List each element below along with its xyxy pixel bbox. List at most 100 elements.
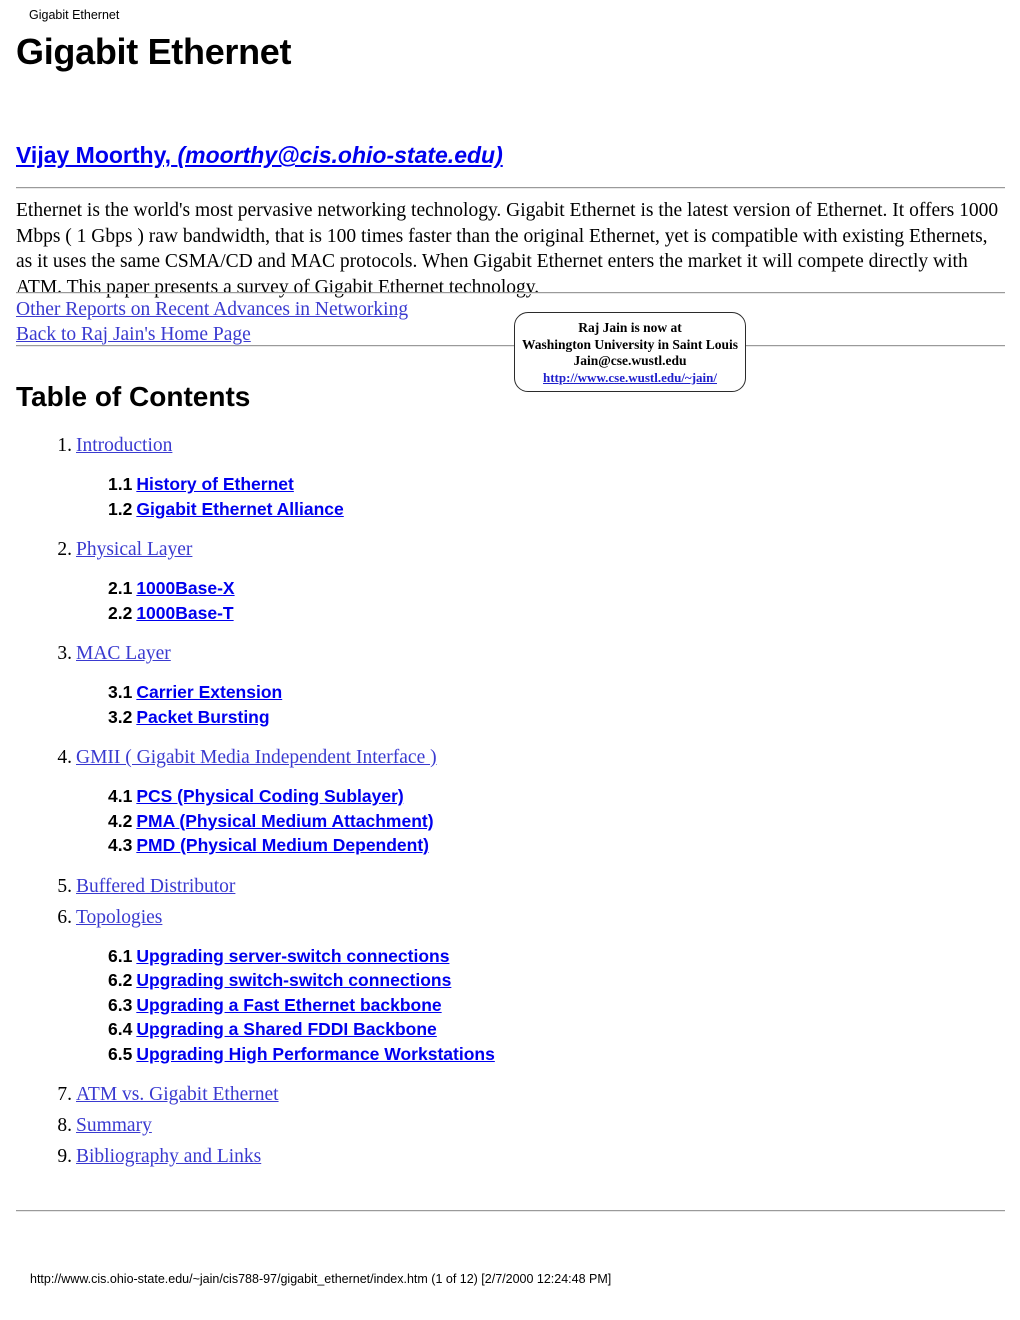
toc-subsection-list: 4.1 PCS (Physical Coding Sublayer) 4.2 PMA …: [76, 773, 976, 871]
toc-subsection-link[interactable]: Upgrading a Shared FDDI Backbone: [136, 1019, 436, 1039]
horizontal-rule-before-toc: [16, 345, 1005, 347]
toc-entry: 2. Physical Layer 2.1 1000Base-X 2.2 1000Base…: [16, 534, 976, 638]
toc-entry-main: 9. Bibliography and Links: [57, 1141, 976, 1172]
toc-subsection-entry: 2.2 1000Base-T: [108, 601, 976, 626]
table-of-contents: 1. Introduction 1.1 History of Ethernet 1.2 G…: [16, 430, 976, 1172]
raj-jain-notice-image: Raj Jain is now at Washington University…: [514, 312, 746, 392]
toc-subsection-entry: 1.1 History of Ethernet: [108, 472, 976, 497]
toc-subsection-number: 4.3: [108, 835, 133, 855]
toc-subsection-link[interactable]: Packet Bursting: [136, 707, 269, 727]
toc-entry-main: 5. Buffered Distributor: [57, 871, 976, 902]
toc-entry-number: 3.: [57, 643, 72, 664]
toc-entry-link[interactable]: Buffered Distributor: [76, 876, 235, 897]
toc-subsection-number: 2.1: [108, 578, 133, 598]
toc-subsection-link[interactable]: 1000Base-T: [136, 603, 233, 623]
toc-subsection-link[interactable]: Upgrading a Fast Ethernet backbone: [136, 995, 441, 1015]
toc-entry-link[interactable]: MAC Layer: [76, 643, 171, 664]
toc-entry-main: 1. Introduction: [57, 430, 976, 461]
toc-entry-link[interactable]: Topologies: [76, 907, 162, 928]
jain-notice-line-3: Jain@cse.wustl.edu: [573, 353, 687, 368]
toc-entry-number: 8.: [57, 1115, 72, 1136]
toc-subsection-number: 6.3: [108, 994, 133, 1015]
toc-entry-link[interactable]: GMII ( Gigabit Media Independent Interfa…: [76, 747, 437, 768]
horizontal-rule-after-abstract: [16, 292, 1005, 294]
toc-subsection-number: 6.2: [108, 970, 133, 990]
toc-entry-number: 6.: [57, 906, 72, 928]
toc-entry: 7. ATM vs. Gigabit Ethernet: [16, 1079, 976, 1110]
toc-subsection-number: 3.2: [108, 706, 133, 727]
toc-subsection-link[interactable]: 1000Base-X: [136, 578, 234, 598]
abstract-paragraph: Ethernet is the world's most pervasive n…: [16, 200, 999, 298]
horizontal-rule-bottom: [16, 1210, 1005, 1212]
toc-subsection-link[interactable]: Upgrading server-switch connections: [136, 946, 449, 966]
toc-subsection-link[interactable]: Gigabit Ethernet Alliance: [136, 499, 343, 519]
toc-entry: 3. MAC Layer 3.1 Carrier Extension 3.2 Packet…: [16, 638, 976, 742]
horizontal-rule-top: [16, 187, 1005, 189]
toc-subsection-number: 6.1: [108, 945, 133, 966]
toc-entry-number: 2.: [57, 539, 72, 560]
toc-entry-number: 7.: [57, 1084, 72, 1105]
toc-subsection-list: 2.1 1000Base-X 2.2 1000Base-T: [76, 565, 976, 638]
toc-entry-number: 4.: [57, 747, 72, 768]
toc-subsection-number: 4.2: [108, 810, 133, 831]
jain-notice-url: http://www.cse.wustl.edu/~jain/: [543, 369, 717, 385]
toc-entry-main: 8. Summary: [57, 1110, 976, 1141]
toc-subsection-number: 6.5: [108, 1043, 133, 1064]
toc-subsection-number: 2.2: [108, 602, 133, 623]
toc-entry: 6. Topologies 6.1 Upgrading server-switch c…: [16, 902, 976, 1080]
page-footer: http://www.cis.ohio-state.edu/~jain/cis7…: [30, 1272, 612, 1286]
toc-subsection-entry: 4.2 PMA (Physical Medium Attachment): [108, 809, 976, 834]
author-line: Vijay Moorthy, (moorthy@cis.ohio-state.e…: [16, 142, 503, 169]
toc-entry-number: 5.: [57, 875, 72, 897]
toc-subsection-number: 1.1: [108, 474, 133, 494]
toc-subsection-entry: 6.3 Upgrading a Fast Ethernet backbone: [108, 993, 976, 1018]
jain-notice-line-2: Washington University in Saint Louis: [521, 336, 739, 352]
toc-entry-main: 7. ATM vs. Gigabit Ethernet: [57, 1079, 976, 1110]
toc-entry-link[interactable]: Summary: [76, 1115, 152, 1136]
toc-entry: 1. Introduction 1.1 History of Ethernet 1.2 G…: [16, 430, 976, 534]
toc-entry: 4. GMII ( Gigabit Media Independent Inter…: [16, 742, 976, 871]
toc-subsection-link[interactable]: Upgrading High Performance Workstations: [136, 1044, 494, 1064]
toc-subsection-link[interactable]: Upgrading switch-switch connections: [136, 970, 451, 990]
link-home-page[interactable]: Back to Raj Jain's Home Page: [16, 323, 408, 348]
toc-subsection-number: 1.2: [108, 498, 133, 519]
toc-subsection-list: 6.1 Upgrading server-switch connections 6.…: [76, 933, 976, 1080]
toc-subsection-entry: 6.2 Upgrading switch-switch connections: [108, 968, 976, 993]
toc-entry: 5. Buffered Distributor: [16, 871, 976, 902]
toc-subsection-number: 4.1: [108, 786, 133, 806]
author-name: Vijay Moorthy,: [16, 142, 172, 168]
toc-subsection-number: 6.4: [108, 1019, 133, 1039]
toc-entry: 8. Summary: [16, 1110, 976, 1141]
toc-subsection-entry: 1.2 Gigabit Ethernet Alliance: [108, 497, 976, 522]
navigation-links: Other Reports on Recent Advances in Netw…: [16, 298, 408, 347]
print-header-title: Gigabit Ethernet: [29, 8, 120, 22]
toc-subsection-link[interactable]: History of Ethernet: [136, 474, 294, 494]
toc-entry-main: 4. GMII ( Gigabit Media Independent Inter…: [57, 742, 976, 773]
toc-subsection-entry: 4.1 PCS (Physical Coding Sublayer): [108, 784, 976, 809]
toc-heading: Table of Contents: [16, 381, 251, 412]
toc-subsection-number: 3.1: [108, 682, 133, 702]
toc-subsection-entry: 6.4 Upgrading a Shared FDDI Backbone: [108, 1017, 976, 1042]
link-other-reports[interactable]: Other Reports on Recent Advances in Netw…: [16, 298, 408, 323]
toc-subsection-list: 3.1 Carrier Extension 3.2 Packet Bursting: [76, 669, 976, 742]
toc-entry-main: 3. MAC Layer: [57, 638, 976, 669]
toc-subsection-link[interactable]: PMD (Physical Medium Dependent): [136, 835, 429, 855]
toc-subsection-link[interactable]: PCS (Physical Coding Sublayer): [136, 786, 403, 806]
toc-entry-link[interactable]: Introduction: [76, 435, 172, 456]
toc-entry-number: 1.: [57, 435, 72, 456]
toc-entry-link[interactable]: ATM vs. Gigabit Ethernet: [76, 1084, 279, 1105]
document-page: Gigabit Ethernet Gigabit Ethernet Vijay …: [0, 0, 1020, 1320]
toc-entry-link[interactable]: Physical Layer: [76, 539, 192, 560]
toc-subsection-entry: 6.1 Upgrading server-switch connections: [108, 944, 976, 969]
author-email: (moorthy@cis.ohio-state.edu): [177, 142, 503, 168]
toc-subsection-entry: 4.3 PMD (Physical Medium Dependent): [108, 833, 976, 858]
jain-notice-line-1: Raj Jain is now at: [578, 320, 682, 335]
toc-entry-main: 6. Topologies: [57, 902, 976, 933]
toc-entry-main: 2. Physical Layer: [57, 534, 976, 565]
toc-subsection-link[interactable]: PMA (Physical Medium Attachment): [136, 811, 433, 831]
page-title: Gigabit Ethernet: [16, 31, 292, 72]
toc-subsection-link[interactable]: Carrier Extension: [136, 682, 282, 702]
author-email-link[interactable]: Vijay Moorthy, (moorthy@cis.ohio-state.e…: [16, 142, 503, 168]
toc-subsection-entry: 3.1 Carrier Extension: [108, 680, 976, 705]
toc-entry-link[interactable]: Bibliography and Links: [76, 1146, 261, 1167]
